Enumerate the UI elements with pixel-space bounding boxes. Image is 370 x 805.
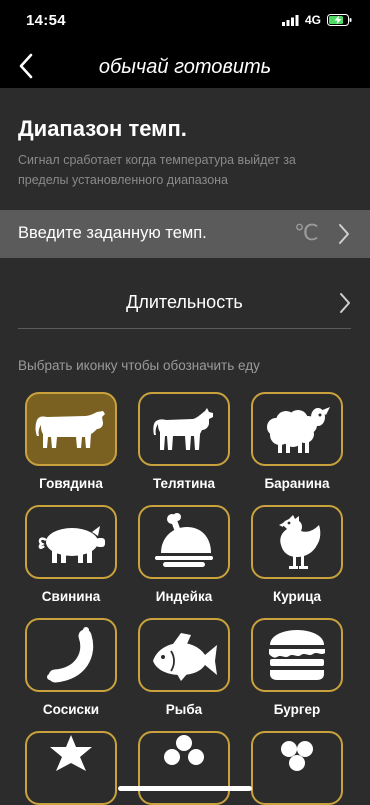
food-tile-chicken[interactable] [251,505,343,579]
meatballs-icon [281,741,313,771]
food-tile-pork[interactable] [25,505,117,579]
sheep-icon [267,407,330,453]
food-label-chicken: Курица [272,589,322,604]
food-label-lamb: Баранина [264,476,330,491]
target-temperature-row[interactable]: Введите заданную темп. ℃ [0,210,370,258]
chevron-right-icon [340,293,350,313]
range-title: Диапазон темп. [18,116,187,141]
food-label-beef: Говядина [39,476,103,491]
icons-caption: Выбрать иконку чтобы обозначить еду [18,358,260,373]
celsius-unit: ℃ [294,220,319,245]
status-time: 14:54 [26,12,66,29]
home-indicator[interactable] [118,786,252,791]
battery-charging-icon [327,14,352,26]
signal-icon [281,14,299,26]
chevron-right-icon [339,224,349,244]
food-tile-fish[interactable] [138,618,230,692]
status-bar: 14:54 4G [0,0,370,44]
cow-icon [35,411,105,448]
dumplings-icon [164,735,204,765]
sausage-icon [47,627,94,683]
range-description: Сигнал сработает когда температура выйде… [18,153,296,187]
food-label-turkey: Индейка [155,589,213,604]
page-title: обычай готовить [98,56,272,78]
fish-icon [153,633,217,681]
duration-row[interactable]: Длительность [18,286,351,329]
duration-label: Длительность [126,292,243,312]
food-label-pork: Свинина [41,589,101,604]
nav-bar: обычай готовить [0,44,370,88]
food-tile-row4-1[interactable] [25,731,117,805]
target-temperature-label: Введите заданную темп. [18,224,207,242]
network-type: 4G [304,13,321,27]
food-tile-turkey[interactable] [138,505,230,579]
star-icon [50,735,92,771]
food-tile-beef[interactable] [25,392,117,466]
roast-turkey-icon [155,513,213,567]
food-tile-row4-3[interactable] [251,731,343,805]
food-label-burger: Бургер [273,702,321,717]
food-tile-veal[interactable] [138,392,230,466]
food-label-sausage: Сосиски [42,702,100,717]
food-label-veal: Телятина [152,476,216,491]
food-label-fish: Рыба [165,702,203,717]
food-tile-burger[interactable] [251,618,343,692]
food-tile-sausage[interactable] [25,618,117,692]
burger-icon [269,630,325,680]
status-indicators: 4G [281,13,352,27]
calf-icon [153,408,213,450]
chicken-icon [279,515,321,569]
pig-icon [38,526,105,563]
food-tile-row4-2[interactable] [138,731,230,805]
food-tile-lamb[interactable] [251,392,343,466]
